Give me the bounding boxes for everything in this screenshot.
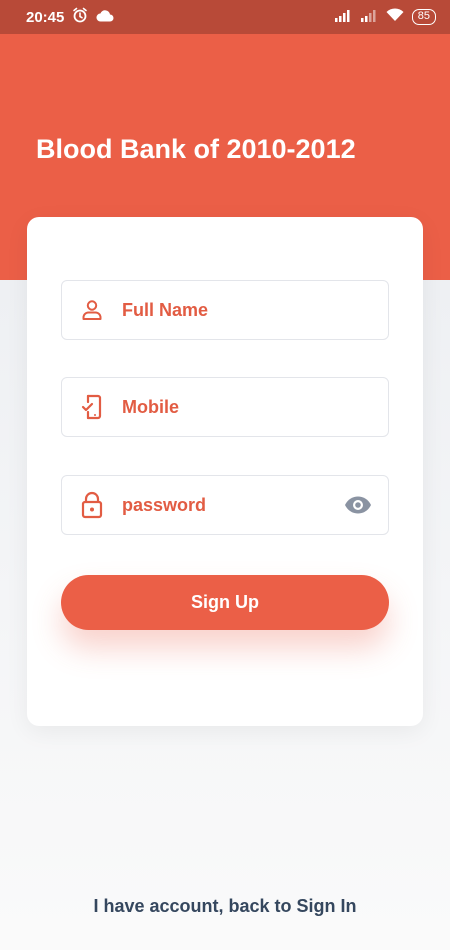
sign-up-button[interactable]: Sign Up: [61, 575, 389, 630]
password-field[interactable]: password: [61, 475, 389, 535]
password-input[interactable]: password: [122, 495, 328, 516]
signal-icon-2: [360, 9, 378, 26]
mobile-check-icon: [62, 378, 122, 436]
alarm-icon: [72, 7, 88, 27]
battery-icon: 85: [411, 9, 436, 25]
cloud-icon: [96, 9, 114, 26]
sign-up-button-label: Sign Up: [191, 592, 259, 612]
page-title: Blood Bank of 2010-2012: [36, 134, 356, 164]
back-to-sign-in-link[interactable]: I have account, back to Sign In: [0, 896, 450, 917]
lock-icon: [62, 476, 122, 534]
mobile-input[interactable]: Mobile: [122, 397, 388, 418]
full-name-input[interactable]: Full Name: [122, 300, 388, 321]
status-time: 20:45: [26, 8, 65, 26]
full-name-field[interactable]: Full Name: [61, 280, 389, 340]
user-icon: [62, 281, 122, 339]
status-bar: 20:45 85: [0, 0, 450, 34]
signal-icon: [334, 9, 352, 26]
signup-card: Full Name Mobile password Sign Up: [27, 217, 423, 726]
wifi-icon: [386, 8, 404, 26]
signup-screen: 20:45 85 Blood Bank of 2010-2012 Full Na…: [0, 0, 450, 950]
eye-icon[interactable]: [328, 476, 388, 534]
mobile-field[interactable]: Mobile: [61, 377, 389, 437]
